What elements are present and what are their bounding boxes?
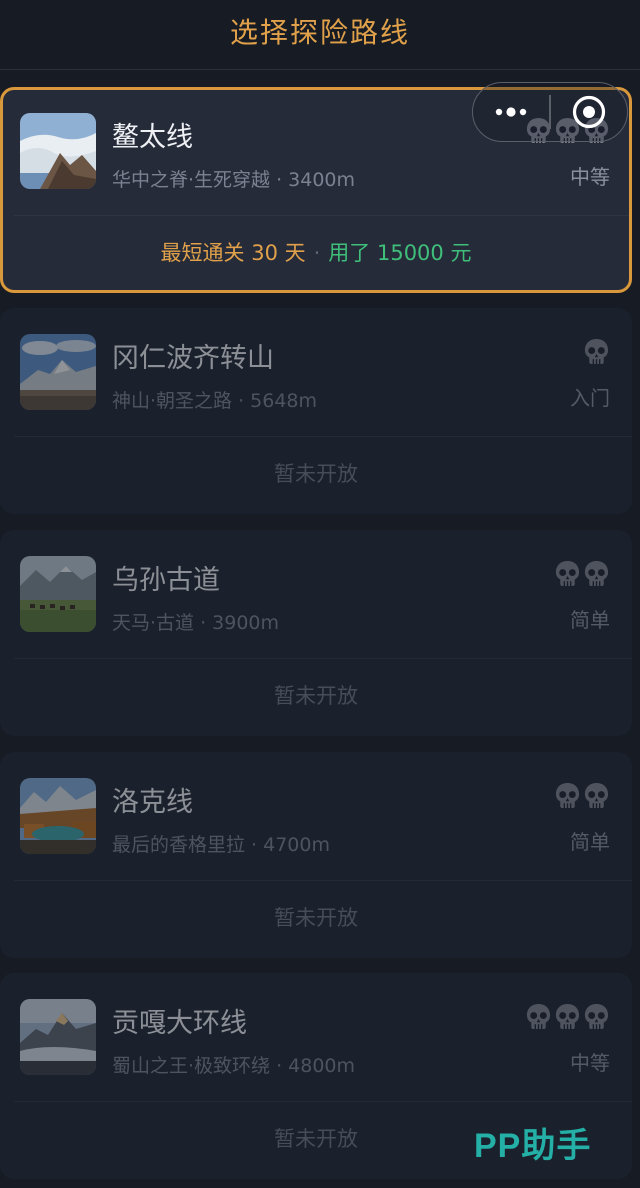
difficulty-label: 简单	[570, 830, 610, 854]
route-name: 贡嘎大环线	[112, 1008, 247, 1039]
skull-icon	[583, 560, 610, 587]
route-status: 暂未开放	[274, 684, 358, 708]
close-button[interactable]	[551, 83, 627, 141]
route-thumbnail	[20, 113, 96, 189]
page-title: 选择探险路线	[229, 15, 410, 49]
difficulty-label: 中等	[570, 165, 610, 189]
skull-icon	[583, 782, 610, 809]
watermark-logo: PP助手	[474, 1127, 592, 1165]
card-divider	[14, 880, 632, 881]
route-name: 洛克线	[112, 787, 193, 818]
route-name: 鳌太线	[112, 122, 193, 153]
route-name: 乌孙古道	[112, 565, 220, 596]
difficulty-skulls	[554, 782, 610, 809]
route-subtitle: 天马·古道 · 3900m	[112, 612, 280, 634]
difficulty-skulls	[583, 338, 610, 365]
difficulty-skulls	[525, 1003, 610, 1030]
difficulty-label: 简单	[570, 608, 610, 632]
skull-icon	[554, 1003, 581, 1030]
route-record: 最短通关 30 天 · 用了 15000 元	[3, 237, 629, 267]
route-subtitle: 最后的香格里拉 · 4700m	[112, 834, 330, 856]
separator-dot: ·	[313, 241, 321, 265]
skull-icon	[554, 560, 581, 587]
card-divider	[14, 436, 632, 437]
route-status: 暂未开放	[274, 462, 358, 486]
route-thumbnail	[20, 778, 96, 854]
route-thumbnail	[20, 556, 96, 632]
route-thumbnail	[20, 334, 96, 410]
card-divider	[14, 1101, 632, 1102]
route-thumbnail	[20, 999, 96, 1075]
route-name: 冈仁波齐转山	[112, 343, 274, 374]
route-card-rock[interactable]: 洛克线 最后的香格里拉 · 4700m 简单 暂未开放	[0, 752, 632, 958]
skull-icon	[583, 1003, 610, 1030]
card-divider	[14, 658, 632, 659]
difficulty-skulls	[554, 560, 610, 587]
route-card-wusun[interactable]: 乌孙古道 天马·古道 · 3900m 简单 暂未开放	[0, 530, 632, 736]
route-subtitle: 蜀山之王·极致环绕 · 4800m	[112, 1055, 356, 1077]
route-status: 暂未开放	[274, 906, 358, 930]
route-card-kailash[interactable]: 冈仁波齐转山 神山·朝圣之路 · 5648m 入门 暂未开放	[0, 308, 632, 514]
skull-icon	[525, 1003, 552, 1030]
page-header: 选择探险路线	[0, 0, 640, 70]
cost-text: 用了 15000 元	[328, 241, 472, 265]
route-subtitle: 华中之脊·生死穿越 · 3400m	[112, 169, 356, 191]
skull-icon	[554, 782, 581, 809]
miniprogram-capsule	[472, 82, 628, 142]
best-clear-text: 最短通关 30 天	[160, 241, 306, 265]
more-menu-button[interactable]	[473, 83, 549, 141]
card-divider	[14, 215, 629, 216]
route-subtitle: 神山·朝圣之路 · 5648m	[112, 390, 318, 412]
skull-icon	[583, 338, 610, 365]
difficulty-label: 入门	[570, 386, 610, 410]
more-dots-icon	[495, 107, 527, 117]
target-close-icon	[572, 95, 605, 129]
difficulty-label: 中等	[570, 1051, 610, 1075]
